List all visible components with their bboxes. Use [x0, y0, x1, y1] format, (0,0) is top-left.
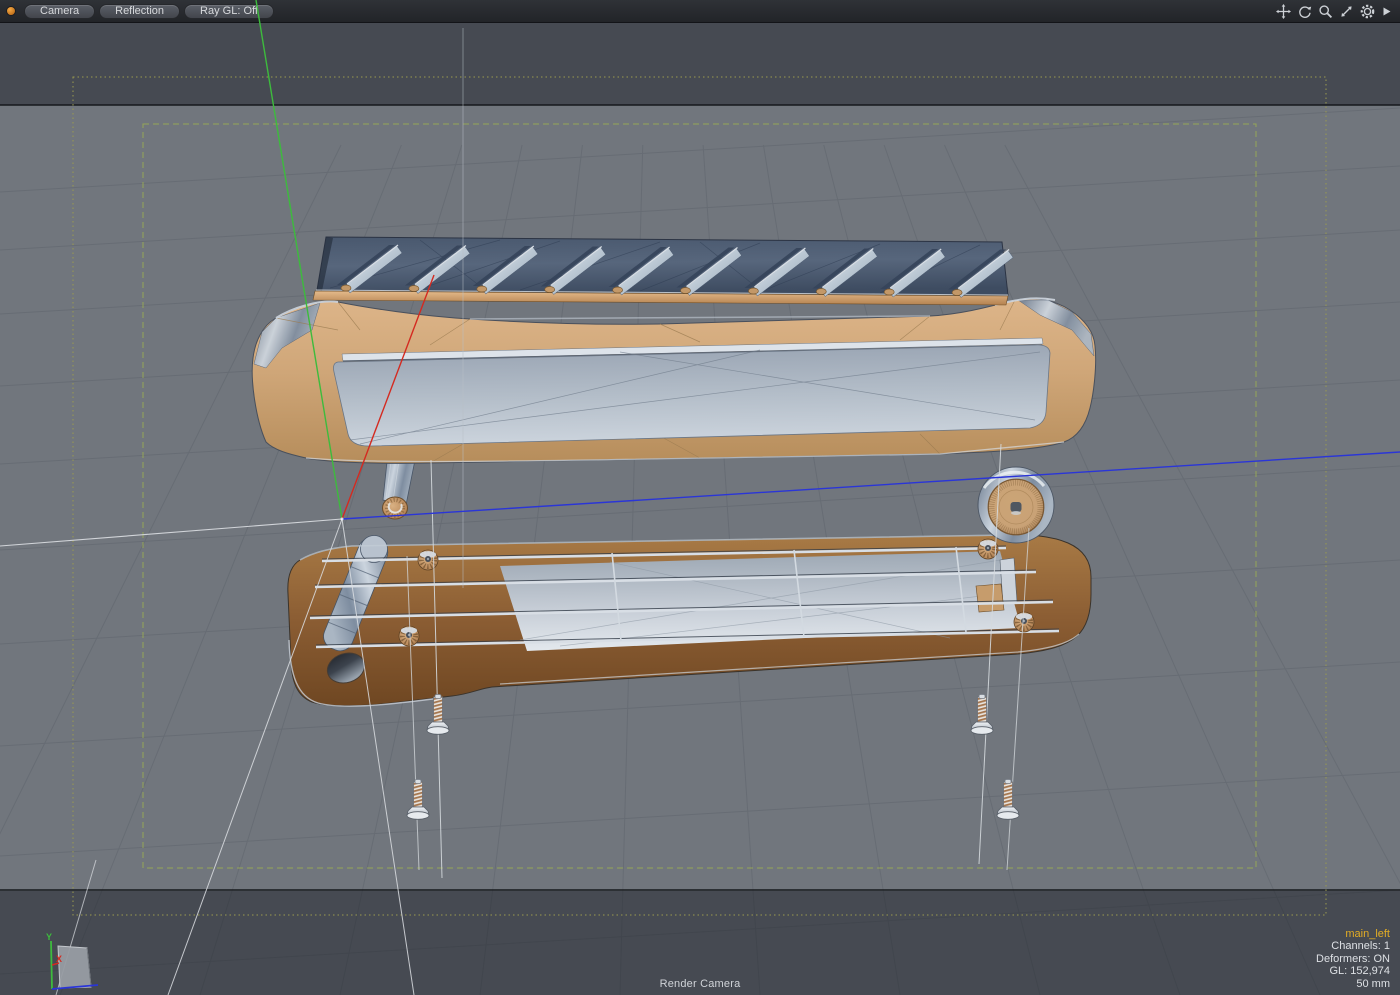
- gl-polycount-readout: GL: 152,974: [1316, 965, 1390, 977]
- toolbar-icon-group: [1276, 4, 1400, 19]
- camera-view-button[interactable]: Camera: [24, 4, 95, 19]
- settings-gear-icon[interactable]: [1360, 4, 1375, 19]
- camera-name-label: Render Camera: [0, 978, 1400, 990]
- rotate-tool-icon[interactable]: [1297, 4, 1312, 19]
- move-tool-icon[interactable]: [1276, 4, 1291, 19]
- viewport-menu-dot-icon[interactable]: [7, 7, 15, 15]
- focal-length-readout: 50 mm: [1316, 978, 1390, 990]
- zoom-tool-icon[interactable]: [1318, 4, 1333, 19]
- viewport-stats: main_left Channels: 1 Deformers: ON GL: …: [1316, 928, 1390, 990]
- deformers-readout: Deformers: ON: [1316, 953, 1390, 965]
- 3d-viewport[interactable]: [0, 23, 1400, 995]
- reflection-button[interactable]: Reflection: [99, 4, 180, 19]
- expand-panel-icon[interactable]: [1381, 4, 1392, 19]
- fit-view-icon[interactable]: [1339, 4, 1354, 19]
- ray-gl-button[interactable]: Ray GL: Off: [184, 4, 274, 19]
- active-item-name: main_left: [1316, 928, 1390, 940]
- channels-readout: Channels: 1: [1316, 940, 1390, 952]
- viewport-toolbar: Camera Reflection Ray GL: Off: [0, 0, 1400, 23]
